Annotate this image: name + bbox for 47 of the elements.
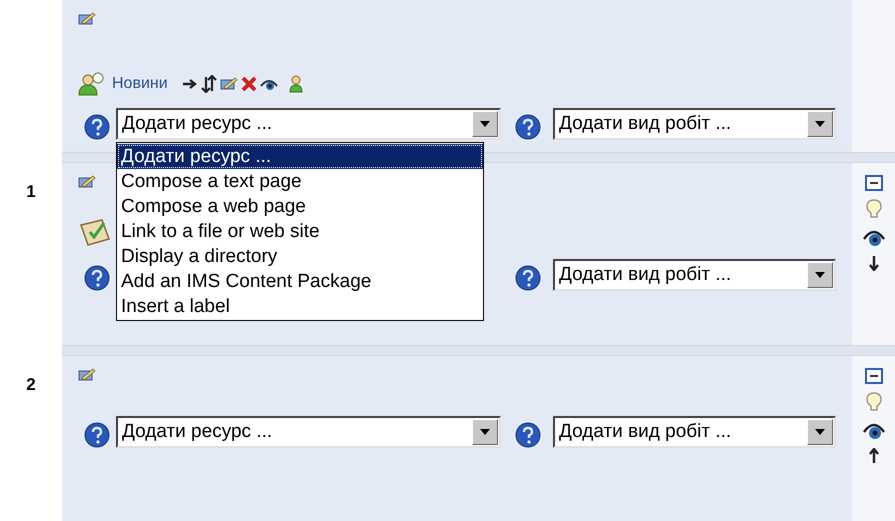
help-icon[interactable] [515,114,541,140]
section-number: 2 [26,374,36,396]
help-icon[interactable] [84,265,110,291]
dropdown-arrow-button[interactable] [472,419,498,445]
activity-link[interactable]: Новини [112,72,168,96]
light-bulb-icon[interactable] [866,199,882,219]
caret-icon [480,429,490,435]
resource-select[interactable]: Додати ресурс ... [116,108,501,140]
dropdown-arrow-button[interactable] [807,111,833,137]
arrow-down-icon[interactable] [868,255,880,271]
checklist-icon[interactable] [78,217,112,247]
delete-icon[interactable] [240,76,257,92]
collapse-icon[interactable] [864,368,882,384]
dropdown-arrow-button[interactable] [807,419,833,445]
activity-select[interactable]: Додати вид робіт ... [553,108,836,140]
edit-icon[interactable] [78,175,96,189]
help-icon[interactable] [84,422,110,448]
caret-icon [815,272,825,278]
dropdown-option[interactable]: Add an IMS Content Package [117,269,483,294]
collapse-icon[interactable] [864,175,882,191]
section-number: 1 [26,181,36,203]
light-bulb-icon[interactable] [866,392,882,412]
dropdown-arrow-button[interactable] [807,262,833,288]
caret-icon [480,121,490,127]
help-icon[interactable] [515,265,541,291]
eye-icon[interactable] [260,77,278,91]
dropdown-option[interactable]: Link to a file or web site [117,219,483,244]
dropdown-option[interactable]: Insert a label [117,294,483,319]
resource-select[interactable]: Додати ресурс ... [116,416,501,448]
edit-icon[interactable] [78,12,96,26]
dropdown-option[interactable]: Compose a web page [117,194,483,219]
edit-icon[interactable] [78,368,96,382]
arrow-right-icon[interactable] [182,78,198,90]
caret-icon [815,429,825,435]
dropdown-option[interactable]: Додати ресурс ... [117,144,483,169]
dropdown-option[interactable]: Display a directory [117,244,483,269]
activity-select[interactable]: Додати вид робіт ... [553,259,836,291]
help-icon[interactable] [515,422,541,448]
edit-icon[interactable] [220,77,238,91]
activity-select[interactable]: Додати вид робіт ... [553,416,836,448]
arrow-up-icon[interactable] [868,448,880,464]
help-icon[interactable] [84,114,110,140]
dropdown-arrow-button[interactable] [472,111,498,137]
caret-icon [815,121,825,127]
person-icon[interactable] [288,75,303,93]
up-down-arrows-icon[interactable] [200,75,217,93]
dropdown-option[interactable]: Compose a text page [117,169,483,194]
